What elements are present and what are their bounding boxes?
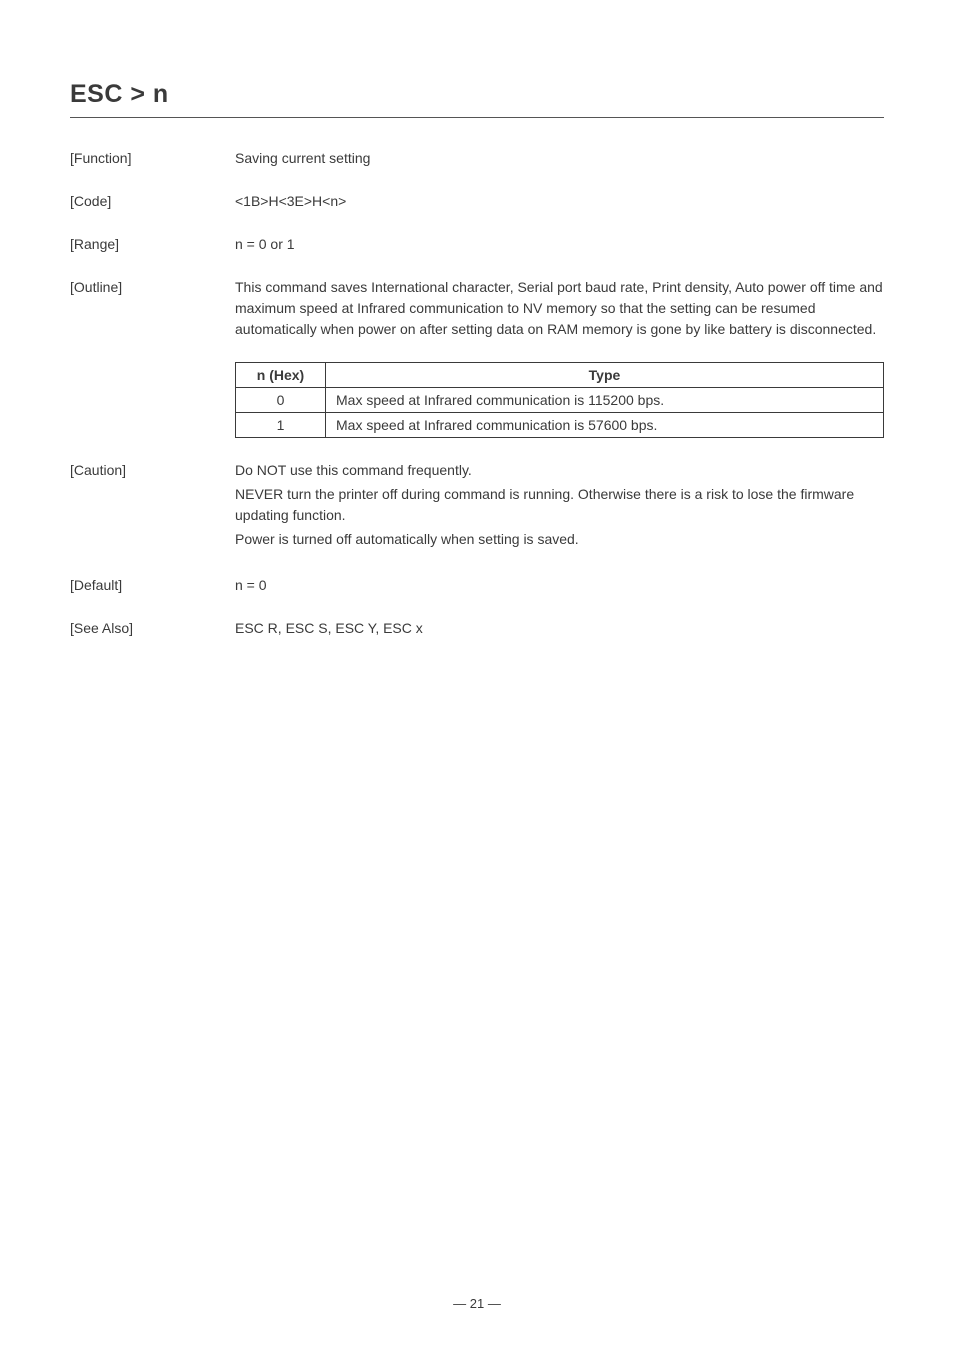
- type-table: n (Hex) Type 0 Max speed at Infrared com…: [235, 362, 884, 438]
- table-cell-type: Max speed at Infrared communication is 5…: [326, 413, 884, 438]
- caution-label: [Caution]: [70, 460, 235, 553]
- default-row: [Default] n = 0: [70, 575, 884, 596]
- page-number: — 21 —: [0, 1296, 954, 1311]
- table-cell-type: Max speed at Infrared communication is 1…: [326, 388, 884, 413]
- page-title: ESC > n: [70, 80, 884, 109]
- table-row: 1 Max speed at Infrared communication is…: [236, 413, 884, 438]
- outline-value: This command saves International charact…: [235, 277, 884, 340]
- see-also-label: [See Also]: [70, 618, 235, 639]
- table-header-type: Type: [326, 363, 884, 388]
- type-table-container: n (Hex) Type 0 Max speed at Infrared com…: [235, 362, 884, 438]
- range-row: [Range] n = 0 or 1: [70, 234, 884, 255]
- function-label: [Function]: [70, 148, 235, 169]
- range-value: n = 0 or 1: [235, 234, 884, 255]
- caution-line: Do NOT use this command frequently.: [235, 460, 884, 481]
- code-value: <1B>H<3E>H<n>: [235, 191, 884, 212]
- outline-row: [Outline] This command saves Internation…: [70, 277, 884, 340]
- table-header-n: n (Hex): [236, 363, 326, 388]
- table-header-row: n (Hex) Type: [236, 363, 884, 388]
- caution-line: Power is turned off automatically when s…: [235, 529, 884, 550]
- table-cell-n: 1: [236, 413, 326, 438]
- see-also-value: ESC R, ESC S, ESC Y, ESC x: [235, 618, 884, 639]
- default-label: [Default]: [70, 575, 235, 596]
- function-value: Saving current setting: [235, 148, 884, 169]
- function-row: [Function] Saving current setting: [70, 148, 884, 169]
- caution-line: NEVER turn the printer off during comman…: [235, 484, 884, 526]
- see-also-row: [See Also] ESC R, ESC S, ESC Y, ESC x: [70, 618, 884, 639]
- outline-label: [Outline]: [70, 277, 235, 340]
- title-divider: [70, 117, 884, 118]
- caution-row: [Caution] Do NOT use this command freque…: [70, 460, 884, 553]
- range-label: [Range]: [70, 234, 235, 255]
- caution-value: Do NOT use this command frequently. NEVE…: [235, 460, 884, 553]
- table-cell-n: 0: [236, 388, 326, 413]
- code-row: [Code] <1B>H<3E>H<n>: [70, 191, 884, 212]
- table-row: 0 Max speed at Infrared communication is…: [236, 388, 884, 413]
- code-label: [Code]: [70, 191, 235, 212]
- default-value: n = 0: [235, 575, 884, 596]
